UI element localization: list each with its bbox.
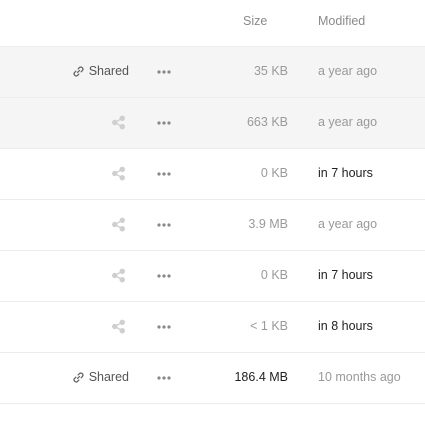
file-size: 0 KB: [260, 166, 288, 180]
more-options-icon[interactable]: [156, 375, 172, 381]
share-icon[interactable]: [111, 166, 126, 181]
file-size: 663 KB: [246, 115, 288, 129]
file-size: 0 KB: [260, 268, 288, 282]
shared-label: Shared: [88, 370, 129, 384]
more-options-icon[interactable]: [156, 324, 172, 330]
modified-date: a year ago: [318, 64, 378, 78]
file-size: 3.9 MB: [248, 217, 288, 231]
file-rows: Shared 35 KB a year ago 663 KB a year ago 0 K…: [0, 47, 425, 404]
file-size: 35 KB: [253, 64, 288, 78]
file-size: 186.4 MB: [234, 370, 288, 384]
modified-date: in 7 hours: [318, 166, 373, 180]
modified-date: in 8 hours: [318, 319, 373, 333]
file-list: Size Modified Shared 35 KB a year ago 663 K…: [0, 0, 425, 404]
file-row[interactable]: Shared 35 KB a year ago: [0, 47, 425, 98]
shared-label: Shared: [88, 64, 129, 78]
more-options-icon[interactable]: [156, 273, 172, 279]
file-row[interactable]: < 1 KB in 8 hours: [0, 302, 425, 353]
file-row[interactable]: 0 KB in 7 hours: [0, 251, 425, 302]
file-list-header: Size Modified: [0, 0, 425, 47]
modified-date: a year ago: [318, 115, 378, 129]
share-icon[interactable]: [111, 115, 126, 130]
shared-link[interactable]: Shared: [72, 64, 129, 78]
share-icon[interactable]: [111, 217, 126, 232]
file-row[interactable]: 0 KB in 7 hours: [0, 149, 425, 200]
modified-column-header[interactable]: Modified: [318, 14, 365, 28]
shared-link[interactable]: Shared: [72, 370, 129, 384]
share-icon[interactable]: [111, 268, 126, 283]
more-options-icon[interactable]: [156, 222, 172, 228]
size-column-header[interactable]: Size: [243, 14, 267, 28]
more-options-icon[interactable]: [156, 69, 172, 75]
modified-date: 10 months ago: [318, 370, 401, 384]
file-row[interactable]: 663 KB a year ago: [0, 98, 425, 149]
file-row[interactable]: Shared 186.4 MB 10 months ago: [0, 353, 425, 404]
modified-date: in 7 hours: [318, 268, 373, 282]
more-options-icon[interactable]: [156, 120, 172, 126]
share-icon[interactable]: [111, 319, 126, 334]
link-icon: [72, 65, 85, 78]
file-row[interactable]: 3.9 MB a year ago: [0, 200, 425, 251]
file-size: < 1 KB: [250, 319, 288, 333]
modified-date: a year ago: [318, 217, 378, 231]
link-icon: [72, 371, 85, 384]
more-options-icon[interactable]: [156, 171, 172, 177]
